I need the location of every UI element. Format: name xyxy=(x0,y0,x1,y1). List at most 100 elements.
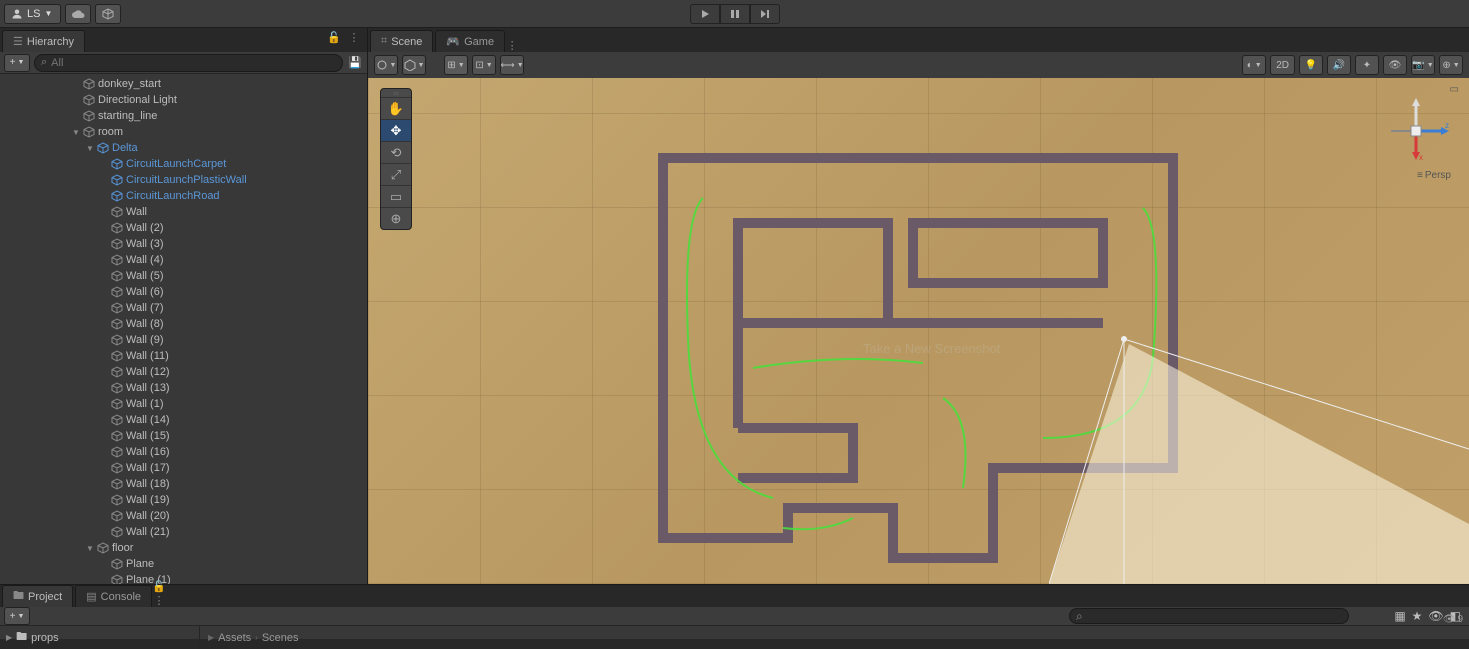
z-axis-label: z xyxy=(1445,121,1449,130)
item-label: floor xyxy=(112,542,133,554)
debug-draw-dropdown[interactable]: ◐▼ xyxy=(1242,55,1266,75)
item-label: Wall (7) xyxy=(126,302,163,314)
projection-label[interactable]: ≡ Persp xyxy=(1417,170,1451,181)
save-scene-icon[interactable]: 💾 xyxy=(347,55,363,71)
drag-handle-icon[interactable]: ═ xyxy=(381,89,411,97)
hierarchy-item[interactable]: ▼room xyxy=(0,124,367,140)
favorite-filter-icon[interactable]: ★ xyxy=(1412,609,1423,623)
hierarchy-item[interactable]: CircuitLaunchPlasticWall xyxy=(0,172,367,188)
shading-mode-dropdown[interactable]: ▼ xyxy=(402,55,426,75)
package-button[interactable] xyxy=(95,4,121,24)
panel-menu-icon[interactable]: ⋮ xyxy=(347,30,361,44)
hierarchy-item[interactable]: ▼Delta xyxy=(0,140,367,156)
hierarchy-item[interactable]: Wall (14) xyxy=(0,412,367,428)
lock-icon[interactable]: 🔓 xyxy=(327,30,341,44)
increment-snap-button[interactable]: ⟷▼ xyxy=(500,55,524,75)
play-button[interactable] xyxy=(690,4,720,24)
gameobject-icon xyxy=(110,157,124,171)
hierarchy-item[interactable]: Wall (16) xyxy=(0,444,367,460)
audio-toggle[interactable]: 🔊 xyxy=(1327,55,1351,75)
gamepad-icon: 🎮 xyxy=(446,35,460,48)
hierarchy-item[interactable]: Wall (15) xyxy=(0,428,367,444)
hierarchy-item[interactable]: Wall (7) xyxy=(0,300,367,316)
hierarchy-item[interactable]: donkey_start xyxy=(0,76,367,92)
hierarchy-item[interactable]: Wall (11) xyxy=(0,348,367,364)
transform-tool[interactable]: ⊕ xyxy=(381,207,411,229)
hierarchy-item[interactable]: Wall (9) xyxy=(0,332,367,348)
project-search[interactable]: ⌕ xyxy=(1069,608,1349,624)
collapse-gizmo-icon[interactable]: ▭ xyxy=(1450,84,1459,95)
chevron-down-icon[interactable]: ▼ xyxy=(84,544,96,553)
hierarchy-item[interactable]: Wall (18) xyxy=(0,476,367,492)
hierarchy-item[interactable]: Wall (20) xyxy=(0,508,367,524)
cloud-button[interactable] xyxy=(65,4,91,24)
scene-tabbar: ⌗ Scene 🎮 Game ⋮ xyxy=(368,28,1469,52)
account-dropdown[interactable]: LS ▼ xyxy=(4,4,61,24)
tab-scene[interactable]: ⌗ Scene xyxy=(370,30,433,52)
effects-toggle[interactable]: ✦ xyxy=(1355,55,1379,75)
hierarchy-item[interactable]: Wall (19) xyxy=(0,492,367,508)
tab-hierarchy[interactable]: ☰ Hierarchy xyxy=(2,30,85,52)
tab-project[interactable]: 🖿 Project xyxy=(2,585,73,607)
create-button[interactable]: + ▼ xyxy=(4,54,30,72)
hierarchy-item[interactable]: Wall (2) xyxy=(0,220,367,236)
chevron-down-icon[interactable]: ▼ xyxy=(84,144,96,153)
hierarchy-item[interactable]: starting_line xyxy=(0,108,367,124)
crumb-scenes[interactable]: Scenes xyxy=(262,632,299,644)
crumb-assets[interactable]: Assets xyxy=(218,632,251,644)
console-icon: ▤ xyxy=(86,590,96,603)
create-asset-button[interactable]: + ▼ xyxy=(4,607,30,625)
hidden-toggle[interactable]: 👁 xyxy=(1383,55,1407,75)
tab-console[interactable]: ▤ Console xyxy=(75,585,152,607)
hierarchy-item[interactable]: Wall (5) xyxy=(0,268,367,284)
hierarchy-search[interactable]: ⌕ xyxy=(34,54,343,72)
chevron-down-icon[interactable]: ▼ xyxy=(70,128,82,137)
hand-tool[interactable]: ✋ xyxy=(381,97,411,119)
camera-dropdown[interactable]: 📷▼ xyxy=(1411,55,1435,75)
folder-tree[interactable]: ▶ 🖿 props xyxy=(0,626,200,649)
step-button[interactable] xyxy=(750,4,780,24)
gizmos-dropdown[interactable]: ⊕▼ xyxy=(1439,55,1463,75)
item-label: Wall (20) xyxy=(126,510,170,522)
hierarchy-item[interactable]: CircuitLaunchCarpet xyxy=(0,156,367,172)
hierarchy-item[interactable]: Wall (4) xyxy=(0,252,367,268)
hierarchy-item[interactable]: Wall (3) xyxy=(0,236,367,252)
lock-icon[interactable]: 🔓 xyxy=(152,579,166,593)
hierarchy-item[interactable]: ▼ floor xyxy=(0,540,367,556)
hierarchy-item[interactable]: Wall (17) xyxy=(0,460,367,476)
hierarchy-item[interactable]: Directional Light xyxy=(0,92,367,108)
panel-menu-icon[interactable]: ⋮ xyxy=(152,593,166,607)
hierarchy-item[interactable]: Wall (12) xyxy=(0,364,367,380)
pause-button[interactable] xyxy=(720,4,750,24)
hierarchy-item[interactable]: Wall (13) xyxy=(0,380,367,396)
orientation-gizmo[interactable]: z x xyxy=(1381,96,1451,166)
hierarchy-item[interactable]: Plane (1) xyxy=(0,572,367,584)
scene-viewport[interactable]: ▭ ═ ✋ ✥ ⟲ ⤢ ▭ ⊕ xyxy=(368,78,1469,584)
snap-settings-button[interactable]: ⊡▼ xyxy=(472,55,496,75)
hierarchy-item[interactable]: Wall xyxy=(0,204,367,220)
item-label: donkey_start xyxy=(98,78,161,90)
search-input[interactable] xyxy=(51,57,336,69)
hierarchy-item[interactable]: Wall (8) xyxy=(0,316,367,332)
sphere-icon: ◐ xyxy=(1247,60,1253,71)
draw-mode-dropdown[interactable]: ▼ xyxy=(374,55,398,75)
gameobject-icon xyxy=(110,397,124,411)
filter-icon[interactable]: ▦ xyxy=(1394,609,1405,623)
hierarchy-tree[interactable]: donkey_start Directional Lightstarting_li… xyxy=(0,74,367,584)
grid-snap-button[interactable]: ⊞▼ xyxy=(444,55,468,75)
move-tool[interactable]: ✥ xyxy=(381,119,411,141)
scale-tool[interactable]: ⤢ xyxy=(381,163,411,185)
rect-tool[interactable]: ▭ xyxy=(381,185,411,207)
pause-icon xyxy=(730,9,740,19)
panel-menu-icon[interactable]: ⋮ xyxy=(505,38,519,52)
hierarchy-item[interactable]: Wall (21) xyxy=(0,524,367,540)
hierarchy-item[interactable]: Wall (6) xyxy=(0,284,367,300)
2d-toggle[interactable]: 2D xyxy=(1270,55,1295,75)
hierarchy-item[interactable]: CircuitLaunchRoad xyxy=(0,188,367,204)
hidden-packages-icon[interactable]: 👁 xyxy=(1428,609,1443,623)
lighting-toggle[interactable]: 💡 xyxy=(1299,55,1323,75)
rotate-tool[interactable]: ⟲ xyxy=(381,141,411,163)
tab-game[interactable]: 🎮 Game xyxy=(435,30,505,52)
hierarchy-item[interactable]: Plane xyxy=(0,556,367,572)
hierarchy-item[interactable]: Wall (1) xyxy=(0,396,367,412)
